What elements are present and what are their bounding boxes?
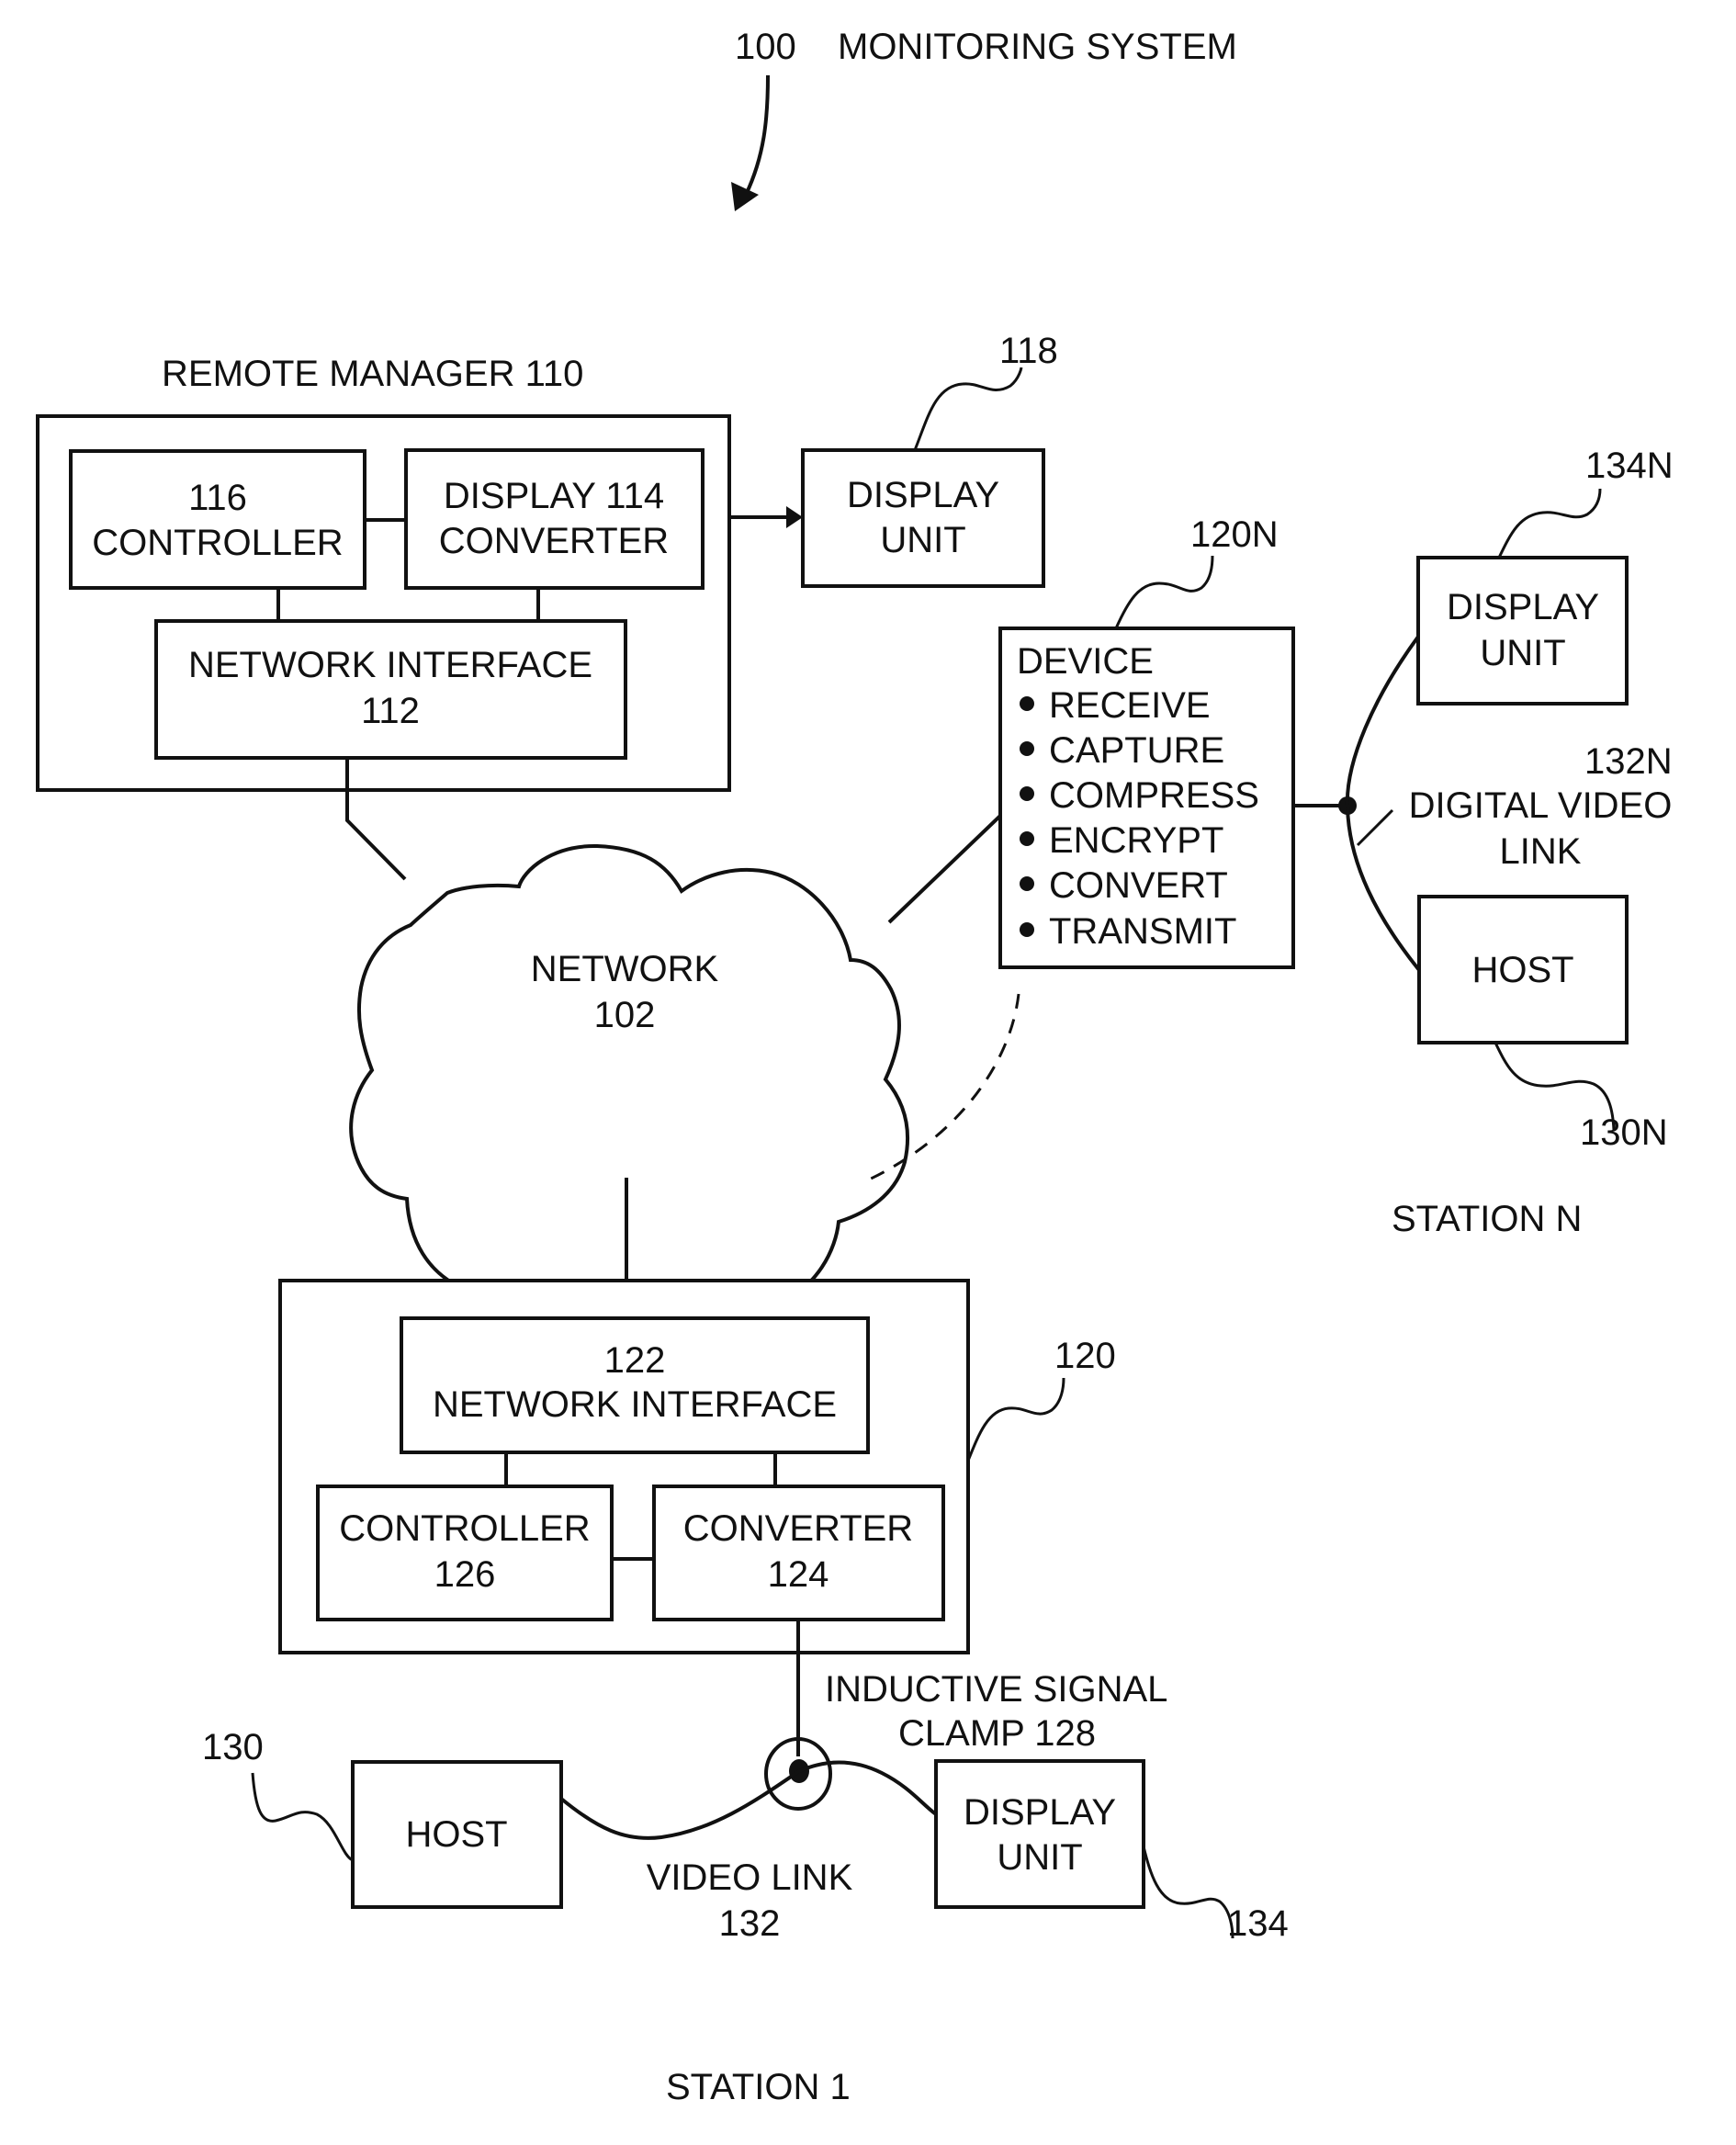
host-130-block: HOST [351,1760,563,1909]
bullet-icon [1020,786,1034,801]
network-cloud [349,843,909,1337]
network-interface-112-ref: 112 [361,691,420,731]
network-interface-122-block: 122 NETWORK INTERFACE [400,1316,870,1454]
bullet-icon [1020,831,1034,846]
host-130-leader [251,1772,354,1862]
rm-to-display-arrow [729,506,803,528]
controller-116-label: CONTROLLER [92,523,343,563]
device-function-item: RECEIVE [1049,685,1211,726]
display-converter-114-block: DISPLAY 114 CONVERTER [404,448,705,590]
network-interface-122-label: NETWORK INTERFACE [433,1384,837,1425]
digital-video-link-ref: 132N [1584,741,1673,782]
display-unit-134n-line1: DISPLAY [1447,587,1599,627]
device-120n-leader [1114,555,1214,629]
controller-126-block: CONTROLLER 126 [316,1485,614,1621]
host-130n-block: HOST [1417,895,1629,1044]
station1-device-leader [966,1377,1065,1462]
video-link-label: VIDEO LINK [647,1857,853,1898]
display-unit-134-block: DISPLAY UNIT [934,1759,1145,1909]
system-title: MONITORING SYSTEM [838,27,1237,67]
digital-video-link-line1: DIGITAL VIDEO [1409,785,1673,826]
display-unit-118-leader [913,367,1023,451]
bullet-icon [1020,876,1034,891]
device-120n-title: DEVICE [1017,641,1154,682]
device-function-item: CONVERT [1049,865,1228,906]
display-converter-label: CONVERTER [439,521,669,561]
clamp-label-line1: INDUCTIVE SIGNAL [825,1669,1167,1710]
host-130-ref: 130 [202,1727,264,1767]
device-function-item: TRANSMIT [1049,911,1236,952]
device-120n-ref: 120N [1190,514,1279,555]
bullet-icon [1020,741,1034,756]
display-unit-134-line1: DISPLAY [964,1792,1116,1833]
display-unit-134n-block: DISPLAY UNIT [1416,556,1629,706]
controller-116-block: 116 CONTROLLER [69,449,366,590]
display-unit-118-block: DISPLAY UNIT [801,448,1045,588]
network-interface-122-ref: 122 [604,1340,666,1381]
network-interface-112-label: NETWORK INTERFACE [188,645,592,685]
device-function-item: COMPRESS [1049,775,1259,816]
network-device-link [887,814,1002,924]
display-unit-134n-leader [1497,488,1602,559]
network-label: NETWORK [531,949,719,989]
display-unit-134n-line2: UNIT [1480,633,1565,673]
display-unit-134-line2: UNIT [997,1837,1082,1878]
digital-video-link-line2: LINK [1500,831,1582,872]
controller-126-ref: 126 [434,1554,496,1595]
station-n-label: STATION N [1392,1199,1582,1239]
converter-124-label: CONVERTER [683,1508,913,1549]
display-unit-134n-ref: 134N [1585,446,1674,486]
video-link-ref: 132 [719,1903,781,1944]
host-130n-label: HOST [1471,950,1573,990]
converter-124-block: CONVERTER 124 [652,1485,945,1621]
display-unit-134-leader [1142,1846,1234,1939]
display-unit-118-ref: 118 [999,331,1058,371]
clamp-label-line2: CLAMP 128 [898,1713,1096,1754]
converter-124-ref: 124 [768,1554,829,1595]
controller-116-ref: 116 [188,478,247,518]
controller-126-label: CONTROLLER [339,1508,590,1549]
display-unit-134-ref: 134 [1227,1903,1289,1944]
system-ref-label: 100 [735,27,796,67]
station1-device-ref: 120 [1054,1336,1116,1376]
display-unit-118-line1: DISPLAY [847,475,999,515]
station-1-label: STATION 1 [666,2067,851,2107]
digital-video-link-leader [1356,808,1394,847]
video-link-line [559,1760,938,1840]
device-function-item: CAPTURE [1049,730,1224,771]
network-ref: 102 [594,995,656,1035]
remote-manager-title: REMOTE MANAGER 110 [162,354,583,394]
bullet-icon [1020,696,1034,711]
system-pointer-arrow [731,74,770,211]
display-converter-ref: DISPLAY 114 [444,476,664,516]
device-function-item: ENCRYPT [1049,820,1223,861]
host-130-label: HOST [405,1814,507,1855]
monitoring-system-diagram: 100 MONITORING SYSTEM REMOTE MANAGER 110… [36,27,1674,2107]
bullet-icon [1020,922,1034,937]
network-interface-112-block: NETWORK INTERFACE 112 [154,619,627,760]
display-unit-118-line2: UNIT [880,520,965,560]
host-130n-ref: 130N [1580,1112,1668,1153]
